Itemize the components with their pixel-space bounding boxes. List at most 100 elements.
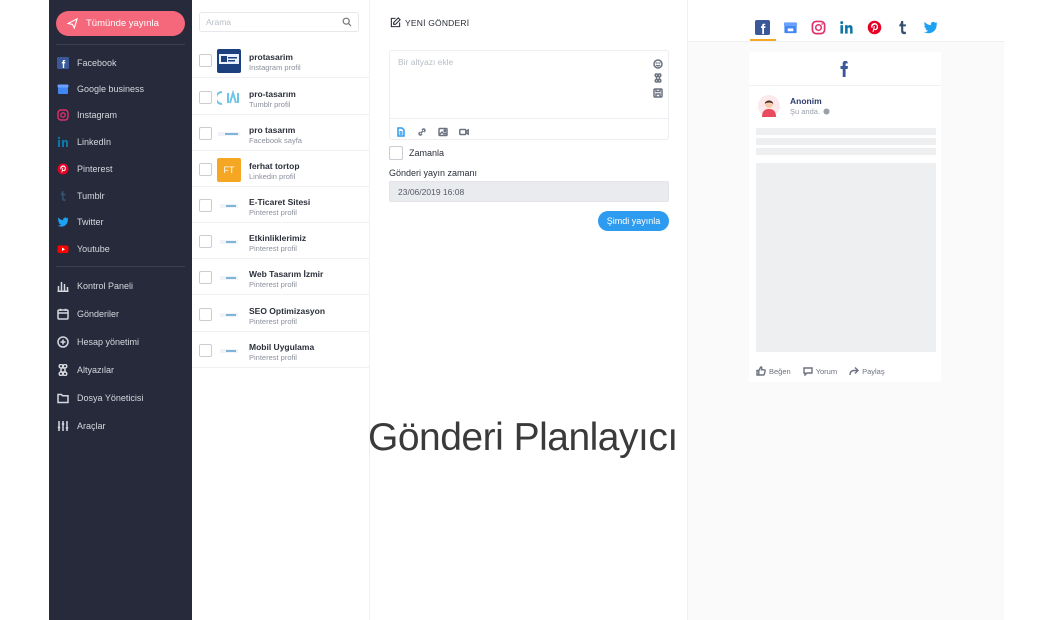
tab-linkedin[interactable] [838, 19, 854, 35]
video-icon[interactable] [459, 124, 469, 136]
sidebar-item-twitter[interactable]: Twitter [57, 213, 104, 231]
sidebar-item-facebook[interactable]: Facebook [57, 54, 117, 72]
instagram-icon [57, 109, 69, 121]
sidebar-item-account-management[interactable]: Hesap yönetimi [57, 333, 139, 351]
composer-panel: YENİ GÖNDERİ Bir altyazı ekle Zamanla Gö… [371, 0, 687, 620]
account-row[interactable]: Etkinliklerimiz Pinterest profil [192, 223, 370, 259]
editor-toolbar [390, 118, 668, 139]
save-icon[interactable] [653, 85, 663, 98]
sidebar-item-dashboard[interactable]: Kontrol Paneli [57, 277, 133, 295]
account-row[interactable]: Mobil Uygulama Pinterest profil [192, 332, 370, 368]
account-checkbox[interactable] [199, 235, 212, 248]
sidebar-item-posts[interactable]: Gönderiler [57, 305, 119, 323]
pinterest-icon [867, 20, 881, 34]
schedule-label: Zamanla [409, 148, 445, 158]
instagram-icon [811, 20, 825, 34]
preview-panel: Anonim Şu anda. Beğen Yorum Paylaş [687, 0, 1005, 620]
search-icon [342, 17, 352, 27]
like-button[interactable]: Beğen [756, 364, 791, 378]
account-checkbox[interactable] [199, 127, 212, 140]
account-avatar [217, 49, 241, 73]
tumblr-icon [898, 20, 906, 34]
account-checkbox[interactable] [199, 199, 212, 212]
google-business-icon [783, 21, 797, 33]
sidebar-divider [56, 44, 185, 45]
author-name: Anonim [790, 96, 822, 106]
twitter-icon [57, 216, 69, 228]
comment-button[interactable]: Yorum [802, 364, 837, 378]
sidebar-item-google-business[interactable]: Google business [57, 80, 144, 98]
account-row[interactable]: E-Ticaret Sitesi Pinterest profil [192, 187, 370, 223]
account-row[interactable]: pro tasarım Facebook sayfa [192, 115, 370, 151]
account-row[interactable]: FT ferhat tortop Linkedin profil [192, 151, 370, 187]
tab-pinterest[interactable] [866, 19, 882, 35]
account-checkbox[interactable] [199, 91, 212, 104]
text-placeholder [756, 128, 936, 135]
account-checkbox[interactable] [199, 54, 212, 67]
account-row[interactable]: Web Tasarım İzmir Pinterest profil [192, 259, 370, 295]
share-icon [849, 367, 860, 376]
sidebar-item-file-manager[interactable]: Dosya Yöneticisi [57, 389, 143, 407]
account-row[interactable]: SEO Optimizasyon Pinterest profil [192, 296, 370, 332]
account-avatar [217, 194, 241, 218]
send-icon [67, 18, 78, 29]
post-time: Şu anda. [790, 107, 830, 116]
sidebar-item-tools[interactable]: Araçlar [57, 417, 106, 435]
schedule-checkbox[interactable] [389, 146, 403, 160]
sidebar-item-tumblr[interactable]: Tumblr [57, 187, 105, 205]
link-icon[interactable] [417, 124, 427, 136]
tab-facebook[interactable] [754, 19, 770, 35]
sidebar-item-youtube[interactable]: Youtube [57, 240, 110, 258]
sidebar-item-pinterest[interactable]: Pinterest [57, 160, 113, 178]
thumbs-up-icon [756, 366, 766, 376]
tab-google-business[interactable] [782, 19, 798, 35]
publish-all-button[interactable]: Tümünde yayınla [56, 11, 185, 36]
account-checkbox[interactable] [199, 163, 212, 176]
account-row[interactable]: pro-tasarım Tumblr profil [192, 79, 370, 115]
linkedin-icon [57, 136, 69, 148]
account-avatar [217, 86, 241, 110]
text-placeholder [756, 148, 936, 155]
command-icon[interactable] [653, 70, 663, 83]
caption-editor[interactable]: Bir altyazı ekle [389, 50, 669, 140]
sidebar-divider [56, 266, 185, 267]
card-divider [749, 85, 941, 86]
page-title-overlay: Gönderi Planlayıcı [368, 416, 678, 459]
account-checkbox[interactable] [199, 344, 212, 357]
file-icon[interactable] [396, 124, 406, 137]
facebook-icon [754, 19, 770, 35]
account-avatar [217, 230, 241, 254]
publish-now-button[interactable]: Şimdi yayınla [598, 211, 669, 231]
folder-icon [57, 392, 69, 404]
tab-twitter[interactable] [922, 19, 938, 35]
new-post-heading: YENİ GÖNDERİ [390, 17, 469, 28]
comment-icon [802, 367, 813, 376]
share-button[interactable]: Paylaş [849, 364, 885, 378]
emoji-icon[interactable] [653, 56, 663, 69]
linkedin-icon [839, 20, 853, 34]
image-icon[interactable] [438, 124, 448, 137]
search-input[interactable]: Arama [199, 12, 359, 32]
tab-instagram[interactable] [810, 19, 826, 35]
facebook-icon [837, 60, 851, 78]
twitter-icon [923, 21, 938, 33]
sidebar-item-instagram[interactable]: Instagram [57, 106, 117, 124]
pinterest-icon [57, 163, 69, 175]
youtube-icon [57, 243, 69, 255]
sidebar-item-linkedin[interactable]: LinkedIn [57, 133, 111, 151]
command-icon [57, 364, 69, 376]
post-actions: Beğen Yorum Paylaş [756, 364, 936, 378]
account-row[interactable]: protasarim Instagram profil [192, 42, 370, 78]
publish-time-input[interactable]: 23/06/2019 16:08 [389, 181, 669, 202]
publish-time-label: Gönderi yayın zamanı [389, 168, 478, 178]
account-checkbox[interactable] [199, 308, 212, 321]
sidebar-item-captions[interactable]: Altyazılar [57, 361, 114, 379]
plus-circle-icon [57, 336, 69, 348]
image-placeholder [756, 163, 936, 352]
google-business-icon [57, 83, 69, 95]
account-avatar [217, 339, 241, 363]
account-avatar [217, 303, 241, 327]
account-checkbox[interactable] [199, 271, 212, 284]
tumblr-icon [57, 190, 69, 202]
tab-tumblr[interactable] [894, 19, 910, 35]
